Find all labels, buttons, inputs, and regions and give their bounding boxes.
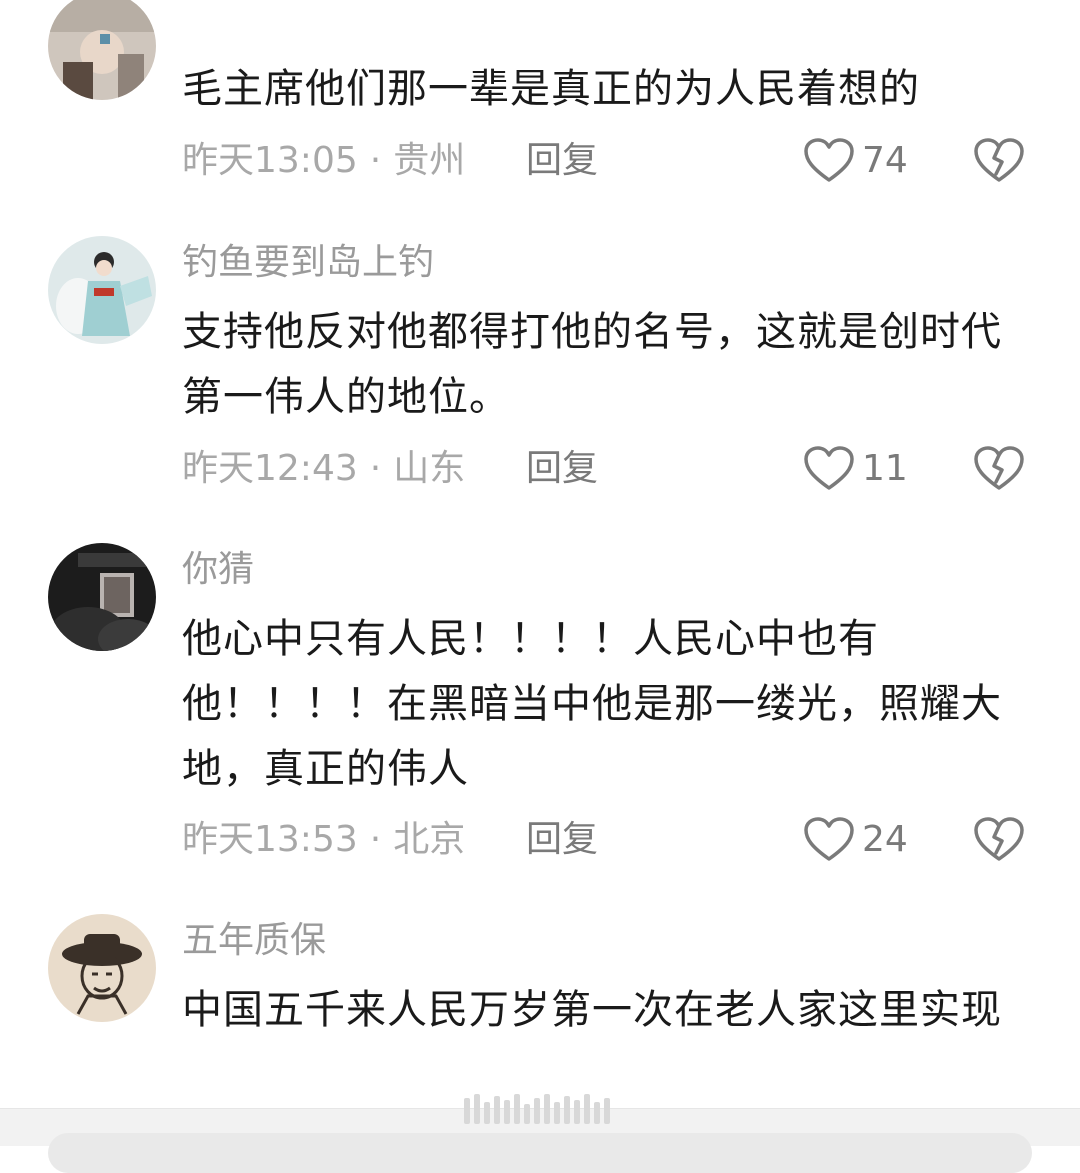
user-avatar[interactable] [48, 0, 156, 100]
dislike-button[interactable] [974, 817, 1024, 863]
comment-time-location: 昨天13:53 · 北京 [182, 812, 465, 868]
username[interactable]: 你猜 [182, 548, 254, 592]
separator-dot: · [369, 140, 382, 181]
like-count: 74 [862, 140, 908, 181]
reply-button[interactable]: 回复 [526, 812, 598, 868]
comment-meta: 昨天12:43 · 山东 回复 11 [0, 441, 1080, 497]
reply-button[interactable]: 回复 [526, 441, 598, 497]
comment-text: 他心中只有人民！！！！人民心中也有他！！！！在黑暗当中他是那一缕光，照耀大地，真… [182, 616, 1002, 792]
user-avatar[interactable] [48, 914, 156, 1022]
separator-dot: · [369, 819, 382, 860]
heart-icon [804, 817, 854, 861]
reply-button[interactable]: 回复 [526, 133, 598, 189]
comment-location: 山东 [393, 448, 466, 489]
comment-time: 昨天13:53 [182, 819, 358, 860]
comment-meta: 昨天13:05 · 贵州 回复 74 [0, 133, 1080, 189]
like-count: 24 [862, 819, 908, 860]
comment-time-location: 昨天12:43 · 山东 [182, 441, 465, 497]
heart-icon [804, 138, 854, 182]
comment-text: 支持他反对他都得打他的名号，这就是创时代第一伟人的地位。 [182, 309, 1002, 420]
broken-heart-icon [974, 817, 1024, 861]
comment-time: 昨天13:05 [182, 140, 358, 181]
dislike-button[interactable] [974, 138, 1024, 184]
like-count: 11 [862, 448, 908, 489]
user-avatar[interactable] [48, 236, 156, 344]
comment-text: 毛主席他们那一辈是真正的为人民着想的 [182, 66, 920, 112]
comment-meta: 昨天13:53 · 北京 回复 24 [0, 812, 1080, 868]
username[interactable]: 钓鱼要到岛上钓 [182, 241, 434, 285]
comment-list: 毛主席他们那一辈是真正的为人民着想的 昨天13:05 · 贵州 回复 74 钓鱼… [0, 0, 1080, 1108]
user-avatar-photo-icon [48, 0, 156, 100]
comment-time: 昨天12:43 [182, 448, 358, 489]
separator-dot: · [369, 448, 382, 489]
comment-time-location: 昨天13:05 · 贵州 [182, 133, 465, 189]
comment-location: 贵州 [393, 140, 466, 181]
comment-text: 中国五千来人民万岁第一次在老人家这里实现 [182, 987, 1002, 1033]
heart-icon [804, 446, 854, 490]
dislike-button[interactable] [974, 446, 1024, 492]
user-avatar[interactable] [48, 543, 156, 651]
broken-heart-icon [974, 138, 1024, 182]
comment-input-field[interactable] [48, 1133, 1032, 1173]
comment-location: 北京 [393, 819, 466, 860]
user-avatar-photo-icon [48, 543, 156, 651]
broken-heart-icon [974, 446, 1024, 490]
user-avatar-sketch-icon [48, 914, 156, 1022]
user-avatar-illustration-icon [48, 236, 156, 344]
watermark-icon [464, 1094, 610, 1124]
username[interactable]: 五年质保 [182, 919, 326, 963]
